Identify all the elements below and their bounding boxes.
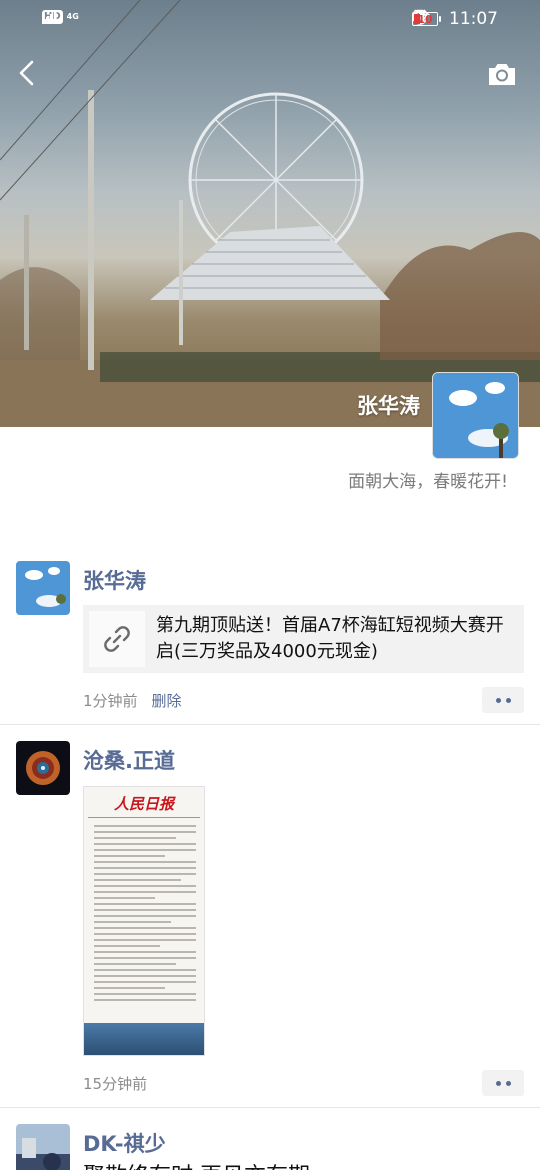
comment-like-button[interactable] <box>482 687 524 713</box>
nebula-avatar-art <box>16 741 70 795</box>
author-avatar[interactable] <box>16 1124 70 1170</box>
signal-icon <box>42 10 57 24</box>
author-name[interactable]: 沧桑.正道 <box>83 745 175 775</box>
camera-button[interactable] <box>486 60 518 88</box>
comment-like-button[interactable] <box>482 1070 524 1096</box>
post-text: 聚散终有时 再见亦有期 <box>83 1158 310 1170</box>
article-photo <box>84 1023 204 1055</box>
author-avatar[interactable] <box>16 741 70 795</box>
sky-avatar-art <box>433 373 518 458</box>
back-button[interactable] <box>14 58 42 88</box>
post-meta: 1分钟前 删除 <box>83 690 182 711</box>
post-time: 1分钟前 <box>83 692 138 710</box>
sky-avatar-art <box>16 561 70 615</box>
link-icon <box>104 626 130 652</box>
cover-scene <box>0 0 540 427</box>
back-chevron-icon <box>19 60 34 86</box>
author-name[interactable]: 张华涛 <box>83 565 146 595</box>
masthead-rule <box>88 817 200 818</box>
camera-icon <box>489 64 515 85</box>
delete-button[interactable]: 删除 <box>152 692 182 710</box>
profile-avatar[interactable] <box>432 372 519 459</box>
dot-icon <box>505 1080 511 1086</box>
profile-name: 张华涛 <box>357 394 420 418</box>
newspaper-masthead: 人民日报 <box>113 795 174 813</box>
post-divider <box>0 724 540 725</box>
post-meta: 15分钟前 <box>83 1073 147 1094</box>
status-bar: HD 4G 10 <box>0 0 540 40</box>
cover-photo[interactable]: HD 4G 10 <box>0 0 540 427</box>
clock: 11:07 <box>449 9 498 29</box>
shared-link-card[interactable]: 第九期顶贴送！首届A7杯海缸短视频大赛开启(三万奖品及4000元现金) <box>83 605 524 673</box>
link-thumbnail <box>89 611 145 667</box>
dot-icon <box>505 697 511 703</box>
photo-avatar-art <box>16 1124 70 1170</box>
battery-level: 10 <box>417 12 433 26</box>
article-text-lines <box>94 825 196 1005</box>
author-avatar[interactable] <box>16 561 70 615</box>
dot-icon <box>495 1080 501 1086</box>
post-divider <box>0 1107 540 1108</box>
post-image[interactable]: 人民日报 <box>83 786 205 1056</box>
link-title: 第九期顶贴送！首届A7杯海缸短视频大赛开启(三万奖品及4000元现金) <box>156 615 504 662</box>
author-name[interactable]: DK-祺少 <box>83 1128 166 1158</box>
dot-icon <box>495 697 501 703</box>
post-time: 15分钟前 <box>83 1075 148 1093</box>
battery-icon: 10 <box>412 12 441 26</box>
network-type: 4G <box>66 12 79 21</box>
profile-signature: 面朝大海，春暖花开! <box>348 472 508 492</box>
